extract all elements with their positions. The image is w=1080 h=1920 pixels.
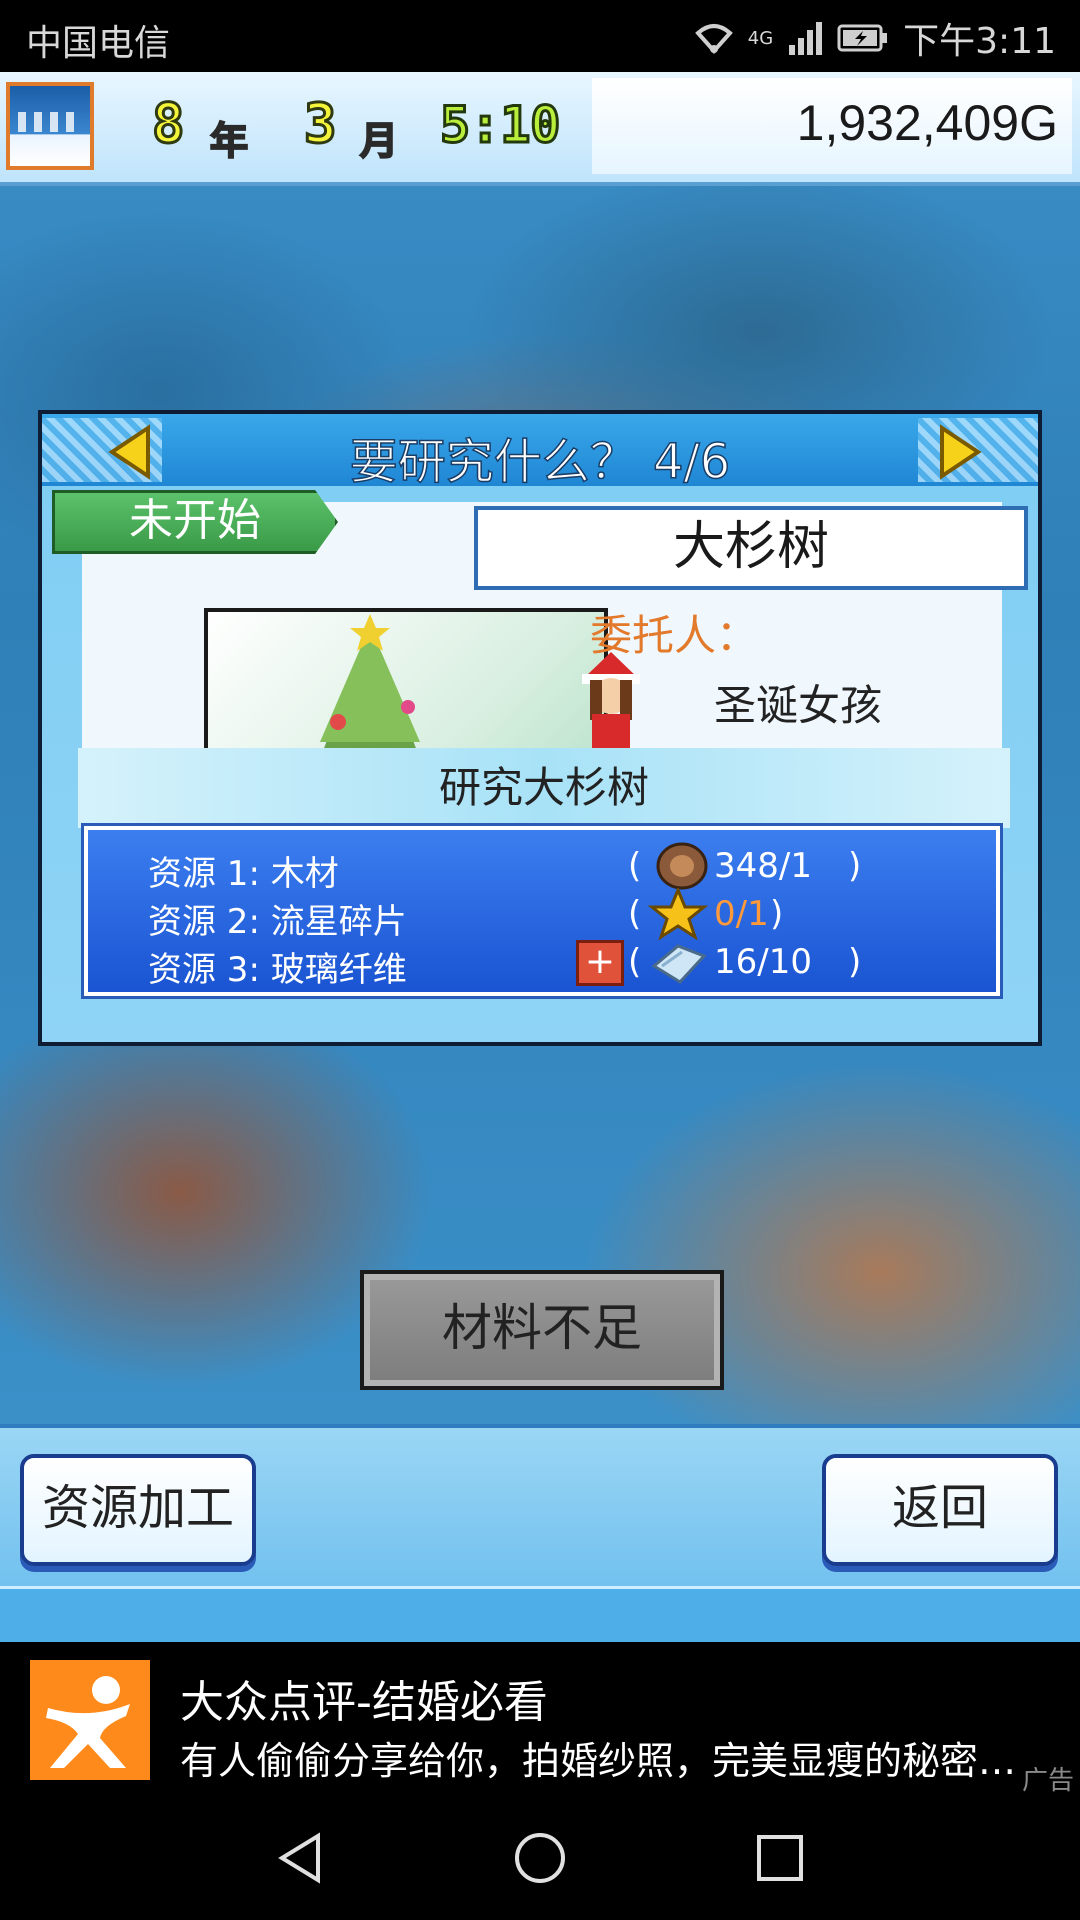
signal-icon	[787, 21, 823, 55]
back-button[interactable]: 返回	[822, 1454, 1058, 1566]
bottom-bar: 资源加工 返回	[0, 1424, 1080, 1646]
back-nav-icon[interactable]	[272, 1830, 328, 1886]
insufficient-materials-button[interactable]: 材料不足	[360, 1270, 724, 1390]
bottom-strip	[0, 1586, 1080, 1645]
network-type-label: 4G	[747, 27, 774, 49]
add-resource-button[interactable]: +	[576, 940, 624, 986]
paren-open: (	[628, 942, 642, 982]
paren-close: )	[848, 942, 862, 982]
money-panel: 1,932,409G	[592, 78, 1072, 174]
year-number: 8	[151, 91, 186, 157]
ad-description: 有人偷偷分享给你，拍婚纱照，完美显瘦的秘密…	[180, 1739, 1017, 1783]
game-area: 8 年 3 月 5:10 1,932,409G 要研究什么？ 4/6 未开始 大…	[0, 72, 1080, 1424]
star-icon	[648, 888, 708, 940]
home-nav-icon[interactable]	[512, 1830, 568, 1886]
game-clock: 5:10	[438, 95, 561, 156]
dianping-logo-icon	[30, 1660, 150, 1780]
clock-label: 下午3:11	[903, 21, 1056, 62]
battery-charging-icon	[837, 23, 889, 53]
ad-label: 广告	[1021, 1766, 1074, 1796]
month-unit: 月	[359, 118, 399, 164]
month-number: 3	[303, 91, 338, 157]
research-dialog: 要研究什么？ 4/6 未开始 大杉树 委托人： 圣诞女孩 研究大杉树 资源 1:…	[38, 410, 1042, 1046]
resource-processing-button[interactable]: 资源加工	[20, 1454, 256, 1566]
wood-log-icon	[656, 842, 708, 890]
resource-count: 16/10	[714, 942, 812, 982]
wifi-icon	[694, 21, 734, 55]
money-amount: 1,932,409G	[796, 95, 1058, 151]
recents-nav-icon[interactable]	[752, 1830, 808, 1886]
paren-close: )	[770, 894, 784, 934]
resource-name: 资源 3: 玻璃纤维	[148, 950, 407, 990]
dialog-title: 要研究什么？ 4/6	[349, 433, 731, 491]
resource-list: 资源 1: 木材 ( 348/1 ) 资源 2: 流星碎片 ( 0/1 ) 资源…	[81, 823, 1003, 999]
resource-count: 348/1	[714, 846, 812, 886]
paren-close: )	[848, 846, 862, 886]
status-bar: 中国电信 4G 下午3:11	[0, 0, 1080, 72]
item-name: 大杉树	[474, 506, 1028, 590]
paren-open: (	[628, 846, 642, 886]
year-unit: 年	[209, 118, 249, 164]
resource-count-insufficient: 0/1	[714, 894, 769, 934]
ad-title: 大众点评-结婚必看	[180, 1677, 548, 1728]
dialog-header: 要研究什么？ 4/6	[42, 414, 1038, 491]
status-tag: 未开始	[52, 490, 338, 554]
glass-fiber-icon	[651, 944, 707, 984]
next-arrow-icon[interactable]	[926, 424, 986, 480]
client-name: 圣诞女孩	[714, 681, 883, 730]
research-label: 研究大杉树	[78, 748, 1010, 828]
paren-open: (	[628, 894, 642, 934]
navigation-bar	[0, 1794, 1080, 1920]
ad-banner[interactable]: 大众点评-结婚必看 有人偷偷分享给你，拍婚纱照，完美显瘦的秘密… 广告	[0, 1642, 1080, 1796]
game-top-bar: 8 年 3 月 5:10 1,932,409G	[0, 72, 1080, 186]
carrier-label: 中国电信	[26, 23, 171, 64]
winter-icon[interactable]	[6, 82, 94, 170]
resource-row: 资源 3: 玻璃纤维 + ( 16/10 )	[88, 934, 996, 990]
